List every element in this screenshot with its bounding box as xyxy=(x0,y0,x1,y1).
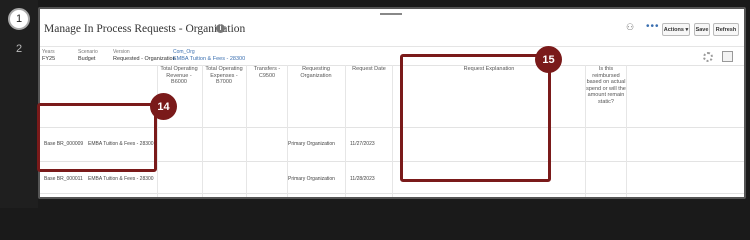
callout-badge-14: 14 xyxy=(150,93,177,120)
row-2-organization[interactable]: EMBA Tuition & Fees - 28300 xyxy=(88,176,154,182)
actions-menu-button[interactable]: Actions ▾ xyxy=(662,23,690,36)
refresh-button[interactable]: Refresh xyxy=(713,23,739,36)
pov-scenario-label: Scenario xyxy=(78,49,98,55)
gear-icon[interactable] xyxy=(703,52,713,62)
people-icon[interactable]: ⚇ xyxy=(626,22,634,33)
col-header-revenue[interactable]: Total Operating Revenue - B6000 xyxy=(158,66,200,86)
step-1-indicator[interactable]: 1 xyxy=(8,8,30,30)
row-1-request-date[interactable]: 11/27/2023 xyxy=(350,141,375,147)
pov-organization[interactable]: Com_Org EMBA Tuition & Fees - 28300 xyxy=(173,49,245,63)
col-divider xyxy=(392,65,393,197)
pov-years-label: Years xyxy=(42,49,55,55)
col-header-request-date[interactable]: Request Date xyxy=(346,66,392,73)
step-2-indicator[interactable]: 2 xyxy=(8,38,30,60)
row-2-request-id[interactable]: Base BR_000011 xyxy=(44,176,83,182)
col-header-expenses[interactable]: Total Operating Expenses - B7000 xyxy=(203,66,245,86)
pov-years-value: FY25 xyxy=(42,56,56,62)
pov-version-label: Version xyxy=(113,49,130,55)
row-2-requesting-org[interactable]: Primary Organization xyxy=(288,176,335,182)
pov-scenario[interactable]: Scenario Budget xyxy=(78,49,98,63)
pov-version[interactable]: Version Requested - Organization xyxy=(113,49,176,63)
pov-organization-value: EMBA Tuition & Fees - 28300 xyxy=(173,56,246,62)
row-1-requesting-org[interactable]: Primary Organization xyxy=(288,141,335,147)
row-2-request-date[interactable]: 11/28/2023 xyxy=(350,176,375,182)
pov-version-value: Requested - Organization xyxy=(113,56,176,62)
pov-scenario-value: Budget xyxy=(78,56,96,62)
col-divider xyxy=(246,65,247,197)
layout-icon[interactable] xyxy=(722,51,733,62)
col-divider xyxy=(626,65,627,197)
callout-box-15 xyxy=(400,54,551,182)
info-icon[interactable]: i xyxy=(216,24,225,33)
title-bar: Manage In Process Requests - Organizatio… xyxy=(40,9,744,47)
step-rail: 1 2 xyxy=(0,0,38,208)
row-divider xyxy=(40,193,744,194)
col-header-reimbursed[interactable]: Is this reimbursed based on actual spend… xyxy=(586,66,626,105)
col-header-requesting-org[interactable]: Requesting Organization xyxy=(288,66,344,79)
col-header-transfers[interactable]: Transfers - C9500 xyxy=(247,66,287,79)
more-options-icon[interactable]: ••• xyxy=(646,21,660,32)
save-button[interactable]: Save xyxy=(694,23,710,36)
col-divider xyxy=(345,65,346,197)
pov-organization-label: Com_Org xyxy=(173,49,195,55)
callout-box-14 xyxy=(37,103,157,172)
callout-badge-15: 15 xyxy=(535,46,562,73)
pov-years[interactable]: Years FY25 xyxy=(42,49,55,63)
